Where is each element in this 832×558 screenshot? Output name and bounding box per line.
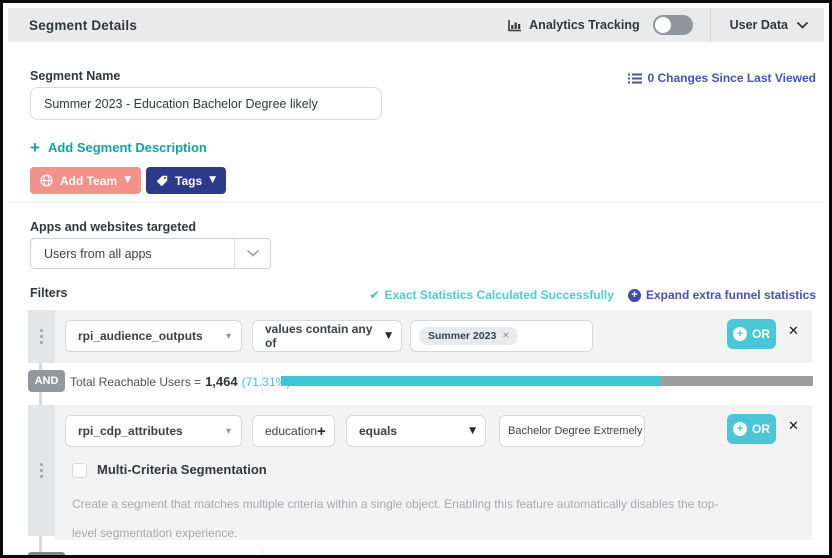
add-description-label: Add Segment Description: [48, 140, 207, 155]
row2-value-input[interactable]: Bachelor Degree Extremely: [499, 415, 645, 447]
apps-targeted-select[interactable]: Users from all apps: [30, 238, 271, 269]
row1-values-input[interactable]: Summer 2023 ✕: [410, 320, 593, 352]
row2-remove-filter-icon[interactable]: ✕: [788, 419, 799, 434]
targeting-label: Apps and websites targeted: [30, 220, 196, 234]
row2-attribute-value: education: [253, 424, 317, 438]
header-bar: Segment Details Analytics Tracking User …: [8, 8, 824, 42]
expand-funnel-statistics-link[interactable]: + Expand extra funnel statistics: [628, 288, 816, 302]
segment-name-input[interactable]: [30, 87, 382, 120]
plus-icon: +: [30, 141, 40, 155]
statistics-status: ✔ Exact Statistics Calculated Successful…: [369, 288, 614, 302]
segment-details-window: Segment Details Analytics Tracking User …: [0, 0, 832, 558]
statistics-status-label: Exact Statistics Calculated Successfully: [385, 288, 614, 302]
caret-down-icon: ▼: [469, 426, 485, 436]
row2-or-button[interactable]: + OR: [727, 414, 776, 444]
drag-dots-icon: [40, 329, 43, 344]
user-data-label: User Data: [730, 18, 788, 32]
caret-down-icon: ▾: [226, 331, 241, 342]
stats-column-divider: [262, 369, 263, 395]
changes-link-label: 0 Changes Since Last Viewed: [647, 71, 816, 85]
select-chevron-area: [234, 239, 270, 268]
multi-criteria-description: Create a segment that matches multiple c…: [72, 490, 727, 548]
multi-criteria-label: Multi-Criteria Segmentation: [97, 462, 267, 477]
expand-link-label: Expand extra funnel statistics: [646, 288, 816, 302]
row2-operator-select[interactable]: equals ▼: [346, 415, 486, 447]
caret-down-icon: ▼: [385, 331, 401, 341]
tag-icon: [156, 175, 168, 187]
check-icon: ✔: [369, 288, 379, 302]
row1-field-value: rpi_audience_outputs: [66, 329, 203, 343]
filter-row1-drag-handle[interactable]: [28, 310, 55, 363]
changes-list-icon: [628, 73, 642, 84]
analytics-chart-icon: [508, 19, 522, 32]
changes-since-last-viewed-link[interactable]: 0 Changes Since Last Viewed: [628, 71, 816, 85]
analytics-tracking-label: Analytics Tracking: [529, 18, 639, 32]
tags-label: Tags: [175, 174, 202, 188]
circle-plus-icon: +: [628, 289, 641, 302]
row1-field-select[interactable]: rpi_audience_outputs ▾: [65, 320, 242, 352]
row1-remove-filter-icon[interactable]: ✕: [788, 324, 799, 339]
row2-field-value: rpi_cdp_attributes: [66, 424, 183, 438]
row2-field-select[interactable]: rpi_cdp_attributes ▾: [65, 415, 242, 447]
row2-attribute-box[interactable]: education +: [252, 415, 335, 447]
row1-operator-value: values contain any of: [253, 322, 385, 350]
or-label: OR: [752, 422, 770, 436]
toggle-knob: [655, 17, 671, 33]
multi-criteria-checkbox[interactable]: [72, 463, 87, 478]
filter-connector-line: [39, 536, 42, 552]
reach-label: Total Reachable Users =: [70, 375, 201, 389]
analytics-tracking-toggle[interactable]: [653, 15, 693, 35]
row2-operator-value: equals: [347, 424, 397, 438]
add-segment-description-link[interactable]: + Add Segment Description: [30, 140, 207, 155]
page-title: Segment Details: [29, 18, 137, 33]
filter-row2-drag-handle[interactable]: [28, 405, 55, 536]
reach-stats: Total Reachable Users = 1,464 (71.31%): [70, 374, 290, 389]
add-team-label: Add Team: [60, 174, 117, 188]
caret-down-icon: ▼: [209, 176, 216, 185]
value-tag-label: Summer 2023: [428, 330, 496, 342]
remove-tag-icon[interactable]: ✕: [502, 331, 509, 341]
globe-icon: [40, 174, 53, 187]
user-data-dropdown[interactable]: User Data: [711, 18, 824, 32]
value-tag: Summer 2023 ✕: [419, 327, 518, 345]
caret-down-icon: ▾: [226, 426, 241, 437]
caret-down-icon: ▼: [124, 176, 131, 185]
segment-name-label: Segment Name: [30, 69, 120, 83]
add-team-button[interactable]: Add Team ▼: [30, 167, 141, 194]
or-label: OR: [752, 327, 770, 341]
row1-operator-select[interactable]: values contain any of ▼: [252, 320, 402, 352]
row1-or-button[interactable]: + OR: [727, 319, 776, 349]
filters-title: Filters: [30, 286, 68, 300]
section-divider: [8, 202, 824, 203]
chevron-down-icon: [797, 22, 808, 29]
plus-circle-icon: +: [733, 422, 747, 436]
reach-progress-fill: [281, 376, 660, 386]
next-and-badge-stub: [28, 552, 65, 558]
row2-value-text: Bachelor Degree Extremely: [500, 425, 643, 437]
and-connector-badge: AND: [28, 370, 65, 392]
stats-column-divider: [262, 546, 263, 558]
plus-circle-icon: +: [733, 327, 747, 341]
apps-targeted-value: Users from all apps: [31, 247, 152, 261]
drag-dots-icon: [40, 463, 43, 478]
tags-button[interactable]: Tags ▼: [146, 167, 226, 194]
reach-progress-bar: [281, 376, 813, 386]
add-attribute-icon[interactable]: +: [317, 424, 336, 439]
reach-count: 1,464: [205, 374, 238, 389]
